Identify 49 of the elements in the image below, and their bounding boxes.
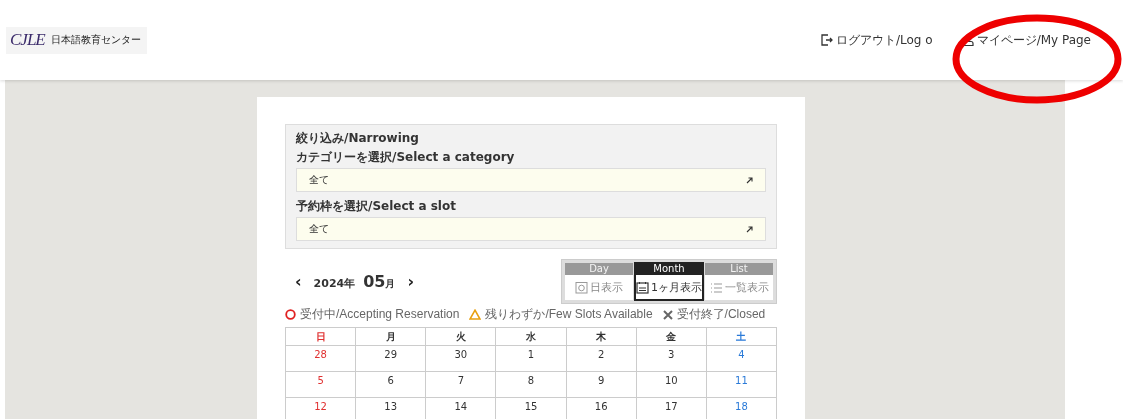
date-cell[interactable]: 28 (285, 345, 356, 372)
date-cell[interactable]: 3 (636, 345, 707, 372)
field-label: カテゴリーを選択/Select a category (296, 149, 516, 166)
field-label: 予約枠を選択/Select a slot (296, 198, 457, 215)
previous-month-button[interactable]: ‹ (291, 272, 306, 291)
list-icon (709, 281, 723, 294)
date-cell[interactable]: 10 (636, 371, 707, 398)
legend-label: 残りわずか/Few Slots Available (485, 306, 653, 323)
next-month-button[interactable]: › (403, 272, 419, 291)
circle-icon (285, 309, 296, 320)
weekday-header: 月 (355, 327, 426, 346)
date-cell[interactable]: 9 (566, 371, 637, 398)
cross-icon (662, 309, 673, 320)
date-cell[interactable]: 4 (706, 345, 777, 372)
weekday-header: 水 (495, 327, 567, 346)
logout-icon (821, 34, 833, 46)
date-cell[interactable]: 2 (566, 345, 637, 372)
date-cell[interactable]: 8 (495, 371, 567, 398)
logo[interactable]: CJLE 日本語教育センター (6, 26, 147, 54)
view-tab[interactable]: Day 日表示 (565, 263, 633, 300)
arrow-icon (746, 176, 753, 184)
clock-icon (575, 281, 588, 294)
arrow-icon (746, 225, 753, 233)
date-cell[interactable]: 29 (355, 345, 426, 372)
legend-label: 受付終了/Closed (676, 306, 766, 323)
date-cell[interactable]: 6 (355, 371, 426, 398)
date-cell[interactable]: 11 (706, 371, 777, 398)
date-cell[interactable]: 5 (285, 371, 356, 398)
weekday-header: 火 (425, 327, 496, 346)
weekday-header: 土 (706, 327, 777, 346)
select-field[interactable]: 全て (296, 168, 766, 192)
weekday-header: 日 (285, 327, 356, 346)
date-cell[interactable]: 1 (495, 345, 567, 372)
calendar-icon (636, 281, 649, 294)
weekday-header: 木 (566, 327, 637, 346)
mypage-link[interactable]: マイページ/My Page (962, 31, 1091, 49)
date-cell[interactable]: 7 (425, 371, 496, 398)
select-field[interactable]: 全て (296, 217, 766, 241)
view-tab[interactable]: Month 1ヶ月表示 (635, 263, 703, 300)
triangle-icon (469, 309, 482, 320)
year-label: 2024年 (313, 276, 356, 291)
view-tab[interactable]: List 一覧表示 (705, 263, 773, 300)
weekday-header: 金 (636, 327, 707, 346)
filter-title: 絞り込み/Narrowing (296, 130, 420, 147)
logout-link[interactable]: ログアウト/Log o (821, 31, 933, 49)
date-cell[interactable]: 30 (425, 345, 496, 372)
month-label: 05月 (363, 272, 396, 291)
date-cell[interactable]: 12 (285, 397, 356, 419)
legend-label: 受付中/Accepting Reservation (300, 306, 460, 323)
